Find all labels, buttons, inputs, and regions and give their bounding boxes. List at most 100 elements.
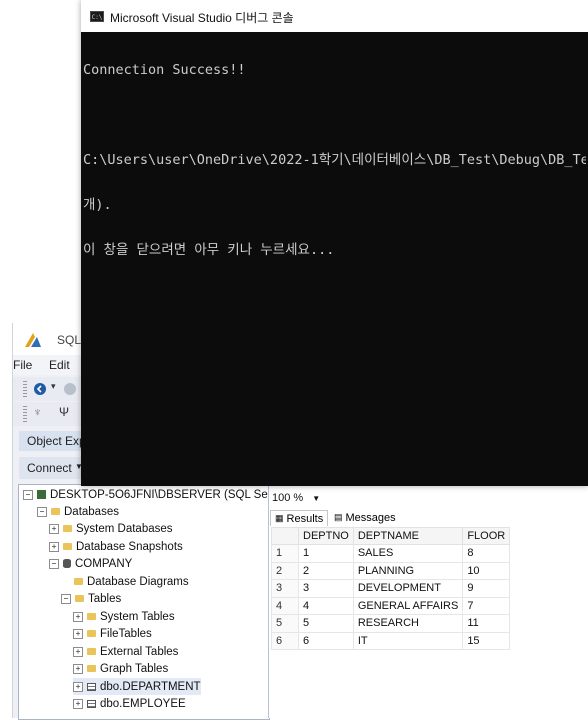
results-grid: DEPTNO DEPTNAME FLOOR 1 1 SALES 8 2 2 PL… <box>271 527 511 650</box>
tree-label-dbo-department: dbo.DEPARTMENT <box>100 680 201 693</box>
folder-icon <box>63 525 72 532</box>
expand-icon[interactable]: + <box>73 611 83 622</box>
cell-deptname[interactable]: DEVELOPMENT <box>352 579 464 598</box>
column-header[interactable]: DEPTNAME <box>352 527 464 545</box>
back-icon[interactable] <box>33 382 47 396</box>
messages-icon: ▤ <box>334 512 343 522</box>
forward-icon[interactable] <box>63 382 77 396</box>
expand-icon[interactable]: + <box>73 681 83 692</box>
cell-floor[interactable]: 11 <box>462 614 511 633</box>
folder-icon <box>63 543 72 550</box>
back-dropdown-icon[interactable]: ▾ <box>51 381 56 392</box>
cell-floor[interactable]: 9 <box>462 579 511 598</box>
collapse-icon[interactable]: − <box>23 489 33 500</box>
row-number: 4 <box>271 596 299 615</box>
cell-floor[interactable]: 10 <box>462 561 511 580</box>
column-header[interactable]: DEPTNO <box>298 527 354 545</box>
tree-item-database-diagrams[interactable]: Database Diagrams <box>74 573 189 590</box>
object-explorer-tree: − DESKTOP-5O6JFNI\DBSERVER (SQL Serv − D… <box>18 484 277 720</box>
cell-deptno[interactable]: 1 <box>298 544 354 563</box>
cell-floor[interactable]: 7 <box>462 596 511 615</box>
debug-console-window[interactable]: C:\ Microsoft Visual Studio 디버그 콘솔 Conne… <box>81 0 588 486</box>
table-row[interactable]: 5 5 RESEARCH 11 <box>271 614 511 633</box>
cell-floor[interactable]: 15 <box>462 631 511 650</box>
console-titlebar[interactable]: C:\ Microsoft Visual Studio 디버그 콘솔 <box>81 0 588 32</box>
table-icon <box>87 699 96 708</box>
tree-label-database-snapshots: Database Snapshots <box>76 540 183 553</box>
toolbar-grip-secondary[interactable] <box>23 406 27 422</box>
cell-deptname[interactable]: IT <box>352 631 464 650</box>
cell-deptname[interactable]: GENERAL AFFAIRS <box>352 596 464 615</box>
tab-results[interactable]: ▦ Results <box>270 510 329 526</box>
table-icon <box>87 682 96 691</box>
tree-item-company[interactable]: − COMPANY <box>49 555 132 572</box>
filter-icon[interactable]: ♆ <box>33 405 42 419</box>
menu-edit[interactable]: Edit <box>49 358 70 372</box>
collapse-icon[interactable]: − <box>37 506 47 517</box>
chevron-down-icon: ▼ <box>312 494 321 503</box>
tree-item-filetables[interactable]: + FileTables <box>73 625 152 642</box>
connect-filter-icon[interactable]: Ψ <box>59 405 69 419</box>
tree-item-tables[interactable]: − Tables <box>61 590 121 607</box>
tree-item-server[interactable]: − DESKTOP-5O6JFNI\DBSERVER (SQL Serv <box>23 486 277 503</box>
table-row[interactable]: 6 6 IT 15 <box>271 631 511 650</box>
toolbar-grip[interactable] <box>23 381 27 397</box>
folder-icon <box>87 613 96 620</box>
row-number: 6 <box>271 631 299 650</box>
tree-item-dbo-employee[interactable]: + dbo.EMPLOYEE <box>73 695 186 712</box>
cell-floor[interactable]: 8 <box>462 544 511 563</box>
expand-icon[interactable]: + <box>73 698 83 709</box>
tree-item-dbo-department[interactable]: + dbo.DEPARTMENT <box>73 678 201 695</box>
expand-icon[interactable]: + <box>49 523 59 534</box>
grid-header-row: DEPTNO DEPTNAME FLOOR <box>271 527 511 545</box>
folder-icon <box>87 648 96 655</box>
row-number: 1 <box>271 544 299 563</box>
cell-deptname[interactable]: SALES <box>352 544 464 563</box>
cell-deptno[interactable]: 5 <box>298 614 354 633</box>
row-number: 5 <box>271 614 299 633</box>
tree-label-system-tables: System Tables <box>100 610 175 623</box>
console-line: 이 창을 닫으려면 아무 키나 누르세요... <box>83 242 335 258</box>
tree-label-server: DESKTOP-5O6JFNI\DBSERVER (SQL Serv <box>50 488 278 501</box>
row-number: 2 <box>271 561 299 580</box>
cell-deptname[interactable]: RESEARCH <box>352 614 464 633</box>
console-output[interactable]: Connection Success!! C:\Users\user\OneDr… <box>83 33 586 288</box>
tree-item-external-tables[interactable]: + External Tables <box>73 643 178 660</box>
cell-deptno[interactable]: 2 <box>298 561 354 580</box>
row-number: 3 <box>271 579 299 598</box>
table-row[interactable]: 2 2 PLANNING 10 <box>271 561 511 580</box>
tree-item-system-tables[interactable]: + System Tables <box>73 608 175 625</box>
console-app-icon: C:\ <box>90 11 104 22</box>
collapse-icon[interactable]: − <box>49 558 59 569</box>
expand-icon[interactable]: + <box>49 541 59 552</box>
folder-icon <box>87 665 96 672</box>
cell-deptno[interactable]: 3 <box>298 579 354 598</box>
tree-label-external-tables: External Tables <box>100 645 179 658</box>
column-header[interactable]: FLOOR <box>462 527 511 545</box>
expand-icon[interactable]: + <box>73 663 83 674</box>
cell-deptno[interactable]: 4 <box>298 596 354 615</box>
table-row[interactable]: 1 1 SALES 8 <box>271 544 511 563</box>
expand-icon[interactable]: + <box>73 628 83 639</box>
table-row[interactable]: 3 3 DEVELOPMENT 9 <box>271 579 511 598</box>
tab-messages[interactable]: ▤ Messages <box>330 510 400 525</box>
tree-label-graph-tables: Graph Tables <box>100 662 169 675</box>
zoom-value: 100 % <box>272 492 304 504</box>
ssms-logo-icon <box>25 333 41 347</box>
grid-icon: ▦ <box>275 513 284 523</box>
cell-deptno[interactable]: 6 <box>298 631 354 650</box>
tree-item-system-databases[interactable]: + System Databases <box>49 520 173 537</box>
expand-icon[interactable]: + <box>73 646 83 657</box>
zoom-selector[interactable]: 100 % ▼ <box>272 492 320 504</box>
tree-item-graph-tables[interactable]: + Graph Tables <box>73 660 168 677</box>
folder-icon <box>74 578 83 585</box>
console-title: Microsoft Visual Studio 디버그 콘솔 <box>110 11 294 25</box>
folder-icon <box>75 595 84 602</box>
table-row[interactable]: 4 4 GENERAL AFFAIRS 7 <box>271 596 511 615</box>
cell-deptname[interactable]: PLANNING <box>352 561 464 580</box>
collapse-icon[interactable]: − <box>61 593 71 604</box>
results-tabs: ▦ Results ▤ Messages <box>270 510 588 526</box>
tree-item-database-snapshots[interactable]: + Database Snapshots <box>49 538 183 555</box>
menu-file[interactable]: File <box>13 358 32 372</box>
tree-item-databases[interactable]: − Databases <box>37 503 119 520</box>
